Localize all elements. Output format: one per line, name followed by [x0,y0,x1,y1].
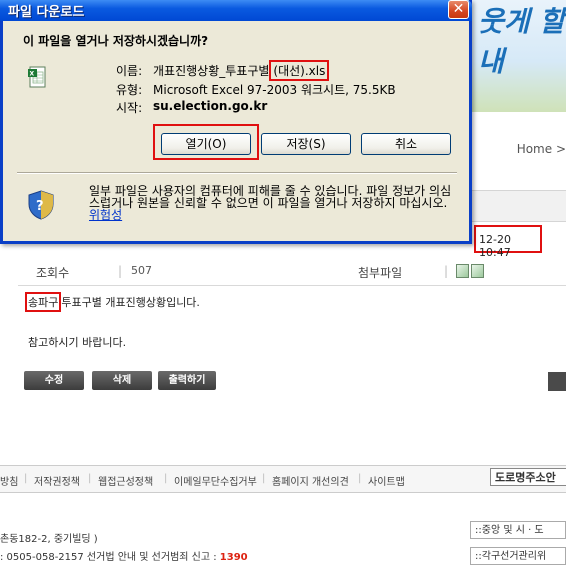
footer-separator: | [24,473,28,484]
file-source-label: 시작: [116,101,143,115]
road-address-button[interactable]: 도로명주소안 [490,468,566,486]
footer-separator: | [262,473,266,484]
telephone-text: : 0505-058-2157 선거법 안내 및 선거범죄 신고 : [0,552,217,563]
attachment-xls-icon[interactable] [456,263,469,278]
file-name-extension: .xls [304,64,326,78]
article-content-line2: 참고하시기 바랍니다. [28,336,127,349]
security-warning: 일부 파일은 사용자의 컴퓨터에 피해를 줄 수 있습니다. 파일 정보가 의심… [89,185,457,221]
dialog-title: 파일 다운로드 [8,5,85,20]
excel-file-icon: X [28,66,46,88]
report-number: 1390 [219,552,248,563]
file-name-label: 이름: [116,64,143,78]
footer-telephone: : 0505-058-2157 선거법 안내 및 선거범죄 신고 : 1390 [0,548,248,563]
delete-button[interactable]: 삭제 [92,371,152,390]
footer-link-privacy[interactable]: 방침 [0,473,18,488]
meta-separator: | [444,264,449,278]
attachment-files [456,263,486,278]
footer-link-sitemap[interactable]: 사이트맵 [368,473,405,488]
file-name-value: 개표진행상황_투표구별 (대선).xls [153,60,330,81]
views-label: 조회수 [36,266,70,280]
footer-link-copyright[interactable]: 저작권정책 [34,473,80,488]
print-button[interactable]: 출력하기 [158,371,216,390]
cancel-button[interactable]: 취소 [361,133,451,155]
article-date: 12-20 10:47 [474,225,542,259]
file-download-dialog: 파일 다운로드 ✕ 이 파일을 열거나 저장하시겠습니까? X 이름: 개표진행… [0,0,472,244]
content-text: 투표구별 개표진행상황입니다. [61,296,200,309]
list-button[interactable] [548,372,566,391]
edit-button[interactable]: 수정 [24,371,84,390]
article-content-line1: 송파구 투표구별 개표진행상황입니다. [25,292,200,312]
file-source-value: su.election.go.kr [153,99,268,113]
meta-separator: | [118,264,123,278]
footer-link-email-policy[interactable]: 이메일무단수집거부 [174,473,257,488]
attachment-label: 첨부파일 [358,266,403,280]
dialog-titlebar[interactable]: 파일 다운로드 ✕ [0,0,472,21]
risk-link[interactable]: 위험성 [89,208,122,222]
warning-text: 일부 파일은 사용자의 컴퓨터에 피해를 줄 수 있습니다. 파일 정보가 의심… [89,184,452,210]
footer-separator: | [164,473,168,484]
views-value: 507 [131,264,152,277]
breadcrumb-home[interactable]: Home > [517,142,566,156]
file-name-highlight: (대선).xls [269,60,330,81]
close-button[interactable]: ✕ [448,0,469,19]
file-name-highlight-text: (대선) [273,64,305,78]
svg-text:?: ? [36,199,44,214]
footer-separator: | [88,473,92,484]
footer-link-accessibility[interactable]: 웹접근성정책 [98,473,153,488]
footer-link-feedback[interactable]: 홈페이지 개선의견 [272,473,349,488]
close-icon: ✕ [452,1,465,17]
open-button[interactable]: 열기(O) [161,133,251,155]
file-type-value: Microsoft Excel 97-2003 워크시트, 75.5KB [153,83,396,97]
file-type-label: 유형: [116,83,143,97]
banner-slogan: 웃게 할내 [478,5,566,78]
security-shield-icon: ? [28,190,54,220]
district-commission-select[interactable]: ::각구선거관리위 [470,547,566,565]
dialog-question: 이 파일을 열거나 저장하시겠습니까? [23,34,209,48]
attachment-file-icon[interactable] [471,263,484,278]
footer-separator: | [358,473,362,484]
file-name-prefix: 개표진행상황_투표구별 [153,64,270,78]
article-meta-row: 조회수 | 507 첨부파일 | [18,257,566,286]
footer-links: 방침 | 저작권정책 | 웹접근성정책 | 이메일무단수집거부 | 홈페이지 개… [0,465,566,493]
content-district-highlight: 송파구 [25,292,62,312]
svg-text:X: X [30,71,35,78]
save-button[interactable]: 저장(S) [261,133,351,155]
dialog-divider [17,172,457,174]
footer-address: 촌동182-2, 중기빌딩 ) [0,534,98,545]
central-commission-select[interactable]: ::중앙 및 시 · 도 [470,521,566,539]
